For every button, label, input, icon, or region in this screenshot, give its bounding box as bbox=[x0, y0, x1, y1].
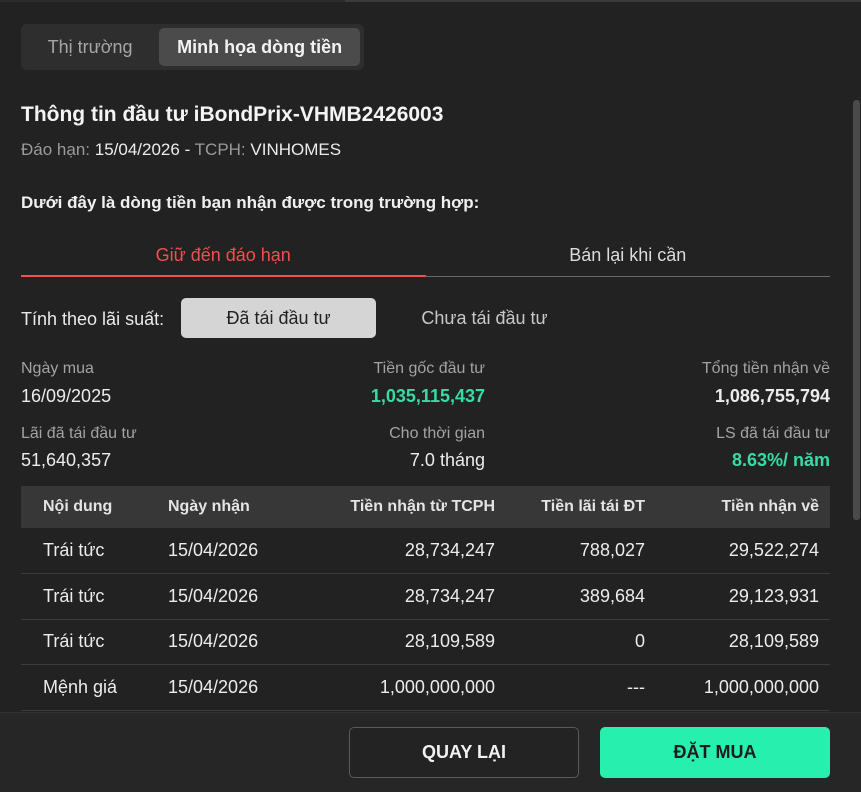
maturity-label: Đáo hạn: bbox=[21, 140, 90, 159]
page-title: Thông tin đầu tư iBondPrix-VHMB2426003 bbox=[21, 103, 444, 126]
cell-received: 29,522,274 bbox=[645, 528, 830, 574]
issuer-label: TCPH: bbox=[194, 140, 246, 159]
cashflow-description: Dưới đây là dòng tiền bạn nhận được tron… bbox=[21, 193, 480, 212]
period-value: 7.0 tháng bbox=[409, 450, 485, 470]
main-tabs: Thị trường Minh họa dòng tiền bbox=[21, 24, 364, 70]
col-received: Tiền nhận về bbox=[721, 498, 819, 515]
total-label: Tổng tiền nhận về bbox=[701, 360, 830, 377]
cell-reinvest: 389,684 bbox=[495, 573, 645, 620]
cell-reinvest: 0 bbox=[495, 619, 645, 665]
col-from-issuer: Tiền nhận từ TCPH bbox=[350, 498, 495, 515]
cell-from-issuer: 28,109,589 bbox=[318, 619, 495, 665]
cell-date: 15/04/2026 bbox=[168, 619, 318, 665]
cell-from-issuer: 28,734,247 bbox=[318, 573, 495, 620]
principal-value: 1,035,115,437 bbox=[370, 386, 485, 406]
separator: - bbox=[184, 140, 191, 159]
cell-from-issuer: 28,734,247 bbox=[318, 528, 495, 574]
reinvest-rate-label: LS đã tái đầu tư bbox=[716, 425, 830, 442]
reinvest-interest-label: Lãi đã tái đầu tư bbox=[21, 425, 137, 442]
scrollbar[interactable] bbox=[853, 100, 860, 520]
rate-label: Tính theo lãi suất: bbox=[21, 309, 165, 329]
tab-hold-to-maturity[interactable]: Giữ đến đáo hạn bbox=[21, 236, 426, 277]
maturity-date: 15/04/2026 bbox=[94, 140, 180, 159]
cell-reinvest: --- bbox=[495, 664, 645, 711]
scenario-tabs: Giữ đến đáo hạn Bán lại khi cần bbox=[21, 236, 830, 277]
cell-content: Mệnh giá bbox=[21, 664, 168, 711]
cell-date: 15/04/2026 bbox=[168, 528, 318, 574]
total-value: 1,086,755,794 bbox=[714, 386, 830, 406]
cashflow-table: Nội dung Ngày nhận Tiền nhận từ TCPH Tiề… bbox=[21, 486, 830, 711]
col-receive-date: Ngày nhận bbox=[168, 498, 250, 515]
cell-reinvest: 788,027 bbox=[495, 528, 645, 574]
table-header-row: Nội dung Ngày nhận Tiền nhận từ TCPH Tiề… bbox=[21, 486, 830, 528]
bond-subinfo: Đáo hạn: 15/04/2026 - TCPH: VINHOMES bbox=[21, 140, 341, 160]
cell-date: 15/04/2026 bbox=[168, 664, 318, 711]
buy-date-label: Ngày mua bbox=[21, 360, 94, 377]
cell-received: 1,000,000,000 bbox=[645, 664, 830, 711]
col-content: Nội dung bbox=[43, 498, 113, 515]
tab-sell-when-needed[interactable]: Bán lại khi cần bbox=[426, 236, 831, 276]
reinvested-rate-button[interactable]: Đã tái đầu tư bbox=[181, 298, 376, 338]
table-row: Trái tức 15/04/2026 28,734,247 389,684 2… bbox=[21, 573, 830, 620]
principal-label: Tiền gốc đầu tư bbox=[373, 360, 485, 377]
cell-content: Trái tức bbox=[21, 619, 168, 665]
tab-cashflow-illustration[interactable]: Minh họa dòng tiền bbox=[159, 28, 360, 66]
buy-date-value: 16/09/2025 bbox=[21, 386, 112, 406]
cell-content: Trái tức bbox=[21, 528, 168, 574]
table-row: Mệnh giá 15/04/2026 1,000,000,000 --- 1,… bbox=[21, 664, 830, 711]
place-order-button[interactable]: ĐẶT MUA bbox=[600, 727, 830, 778]
cell-received: 29,123,931 bbox=[645, 573, 830, 620]
cell-from-issuer: 1,000,000,000 bbox=[318, 664, 495, 711]
back-button[interactable]: QUAY LẠI bbox=[349, 727, 579, 778]
reinvest-interest-value: 51,640,357 bbox=[21, 450, 112, 470]
cell-received: 28,109,589 bbox=[645, 619, 830, 665]
table-row: Trái tức 15/04/2026 28,109,589 0 28,109,… bbox=[21, 619, 830, 665]
cell-date: 15/04/2026 bbox=[168, 573, 318, 620]
reinvest-rate-value: 8.63%/ năm bbox=[731, 450, 830, 470]
tab-market[interactable]: Thị trường bbox=[25, 28, 155, 66]
period-label: Cho thời gian bbox=[389, 425, 485, 442]
col-reinvest-interest: Tiền lãi tái ĐT bbox=[541, 498, 645, 515]
not-reinvested-rate-button[interactable]: Chưa tái đầu tư bbox=[387, 298, 582, 338]
cell-content: Trái tức bbox=[21, 573, 168, 620]
table-row: Trái tức 15/04/2026 28,734,247 788,027 2… bbox=[21, 528, 830, 574]
top-border bbox=[0, 0, 861, 2]
issuer-name: VINHOMES bbox=[250, 140, 342, 159]
